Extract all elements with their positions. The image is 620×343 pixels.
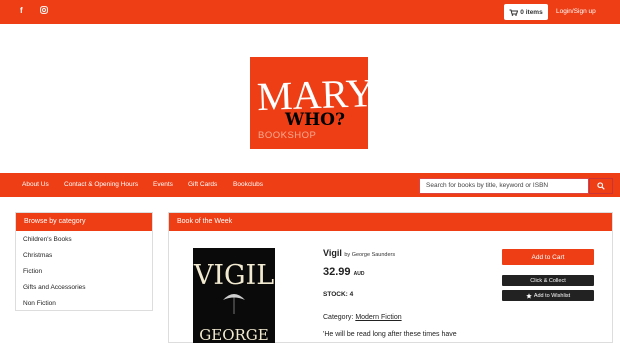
- search-icon: [597, 182, 605, 190]
- price-currency: AUD: [353, 271, 365, 277]
- book-price: 32.99: [323, 266, 351, 278]
- instagram-icon[interactable]: [40, 6, 48, 16]
- nav-about[interactable]: About Us: [22, 181, 49, 188]
- logo-bookshop: BOOKSHOP: [258, 130, 316, 141]
- nav-events[interactable]: Events: [153, 181, 173, 188]
- login-link[interactable]: Login/Sign up: [556, 8, 596, 15]
- cart-icon: [509, 9, 519, 16]
- cover-author: GEORGE: [199, 326, 268, 343]
- nav-contact[interactable]: Contact & Opening Hours: [64, 181, 138, 188]
- book-title-line: Vigil by George Saunders: [323, 248, 395, 258]
- category-sidebar: Browse by category Children's Books Chri…: [15, 212, 153, 311]
- book-category-line: Category: Modern Fiction: [323, 314, 402, 321]
- shop-logo[interactable]: MARY WHO? BOOKSHOP: [250, 57, 368, 149]
- category-christmas[interactable]: Christmas: [23, 252, 52, 259]
- cart-button[interactable]: 0 items: [504, 4, 548, 20]
- category-gifts[interactable]: Gifts and Accessories: [23, 284, 86, 291]
- search-button[interactable]: [589, 178, 613, 194]
- category-fiction[interactable]: Fiction: [23, 268, 42, 275]
- cart-label: 0 items: [520, 8, 543, 16]
- search-input[interactable]: Search for books by title, keyword or IS…: [419, 178, 589, 194]
- click-collect-label: Click & Collect: [530, 277, 566, 284]
- click-collect-button[interactable]: Click & Collect: [502, 275, 594, 286]
- book-cover[interactable]: VIGIL GEORGE: [193, 248, 275, 343]
- book-author: by George Saunders: [344, 252, 396, 258]
- book-title[interactable]: Vigil: [323, 248, 342, 258]
- star-icon: [526, 292, 532, 299]
- nav-gift-cards[interactable]: Gift Cards: [188, 181, 217, 188]
- add-to-wishlist-button[interactable]: Add to Wishlist: [502, 290, 594, 301]
- panel-title: Book of the Week: [169, 213, 612, 231]
- nav-bookclubs[interactable]: Bookclubs: [233, 181, 263, 188]
- add-to-cart-button[interactable]: Add to Cart: [502, 249, 594, 265]
- facebook-icon[interactable]: f: [20, 6, 23, 15]
- book-price-line: 32.99 AUD: [323, 266, 364, 278]
- sidebar-title: Browse by category: [16, 213, 152, 231]
- book-quote: 'He will be read long after these times …: [323, 331, 457, 338]
- category-link[interactable]: Modern Fiction: [355, 314, 401, 321]
- category-label: Category:: [323, 314, 354, 321]
- category-childrens-books[interactable]: Children's Books: [23, 236, 72, 243]
- category-non-fiction[interactable]: Non Fiction: [23, 300, 56, 307]
- wishlist-label: Add to Wishlist: [533, 292, 571, 299]
- cover-title: VIGIL: [193, 260, 274, 291]
- top-bar: f 0 items Login/Sign up: [0, 0, 620, 24]
- logo-who: WHO?: [284, 110, 345, 130]
- stock-count: STOCK: 4: [323, 291, 354, 298]
